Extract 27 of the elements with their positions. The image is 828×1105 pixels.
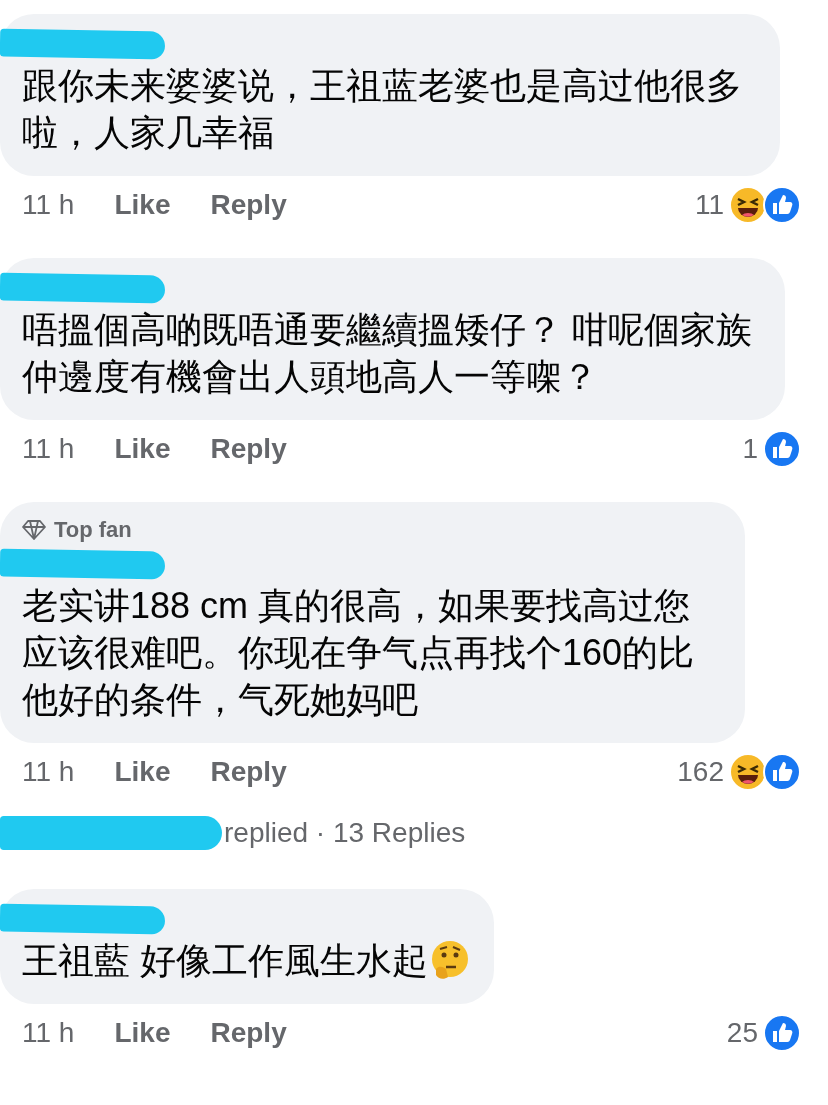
timestamp: 11 h (22, 756, 75, 788)
like-link[interactable]: Like (114, 756, 171, 788)
thumbs-up-reaction-icon (762, 429, 802, 469)
reply-link[interactable]: Reply (210, 756, 287, 788)
reply-link[interactable]: Reply (210, 433, 287, 465)
timestamp: 11 h (22, 433, 75, 465)
thumbs-up-reaction-icon (762, 1013, 802, 1053)
timestamp: 11 h (22, 189, 75, 221)
reaction-count: 1 (742, 433, 758, 465)
thumbs-up-reaction-icon (762, 185, 802, 225)
reply-link[interactable]: Reply (210, 189, 287, 221)
timestamp: 11 h (22, 1017, 75, 1049)
comment-text: 唔搵個高啲既唔通要繼續搵矮仔？ 咁呢個家族仲邊度有機會出人頭地高人一等㗎？ (22, 308, 753, 399)
reaction-count: 11 (694, 189, 724, 221)
diamond-icon (22, 519, 46, 541)
like-link[interactable]: Like (114, 1017, 171, 1049)
like-link[interactable]: Like (114, 189, 171, 221)
comment-text: 老实讲188 cm 真的很高，如果要找高过您应该很难吧。你现在争气点再找个160的比他好的条件，气死她妈吧 (22, 584, 696, 722)
top-fan-label: Top fan (54, 517, 132, 543)
replies-link[interactable]: replied · 13 Replies (224, 817, 466, 849)
reaction-count: 162 (677, 756, 724, 788)
like-link[interactable]: Like (114, 433, 171, 465)
thumbs-up-reaction-icon (762, 752, 802, 792)
comment-text: 跟你未来婆婆说，王祖蓝老婆也是高过他很多啦，人家几幸福 (22, 64, 743, 155)
comment-text: 王祖藍 好像工作風生水起 (22, 939, 428, 983)
reply-link[interactable]: Reply (210, 1017, 287, 1049)
reaction-count: 25 (726, 1017, 758, 1049)
